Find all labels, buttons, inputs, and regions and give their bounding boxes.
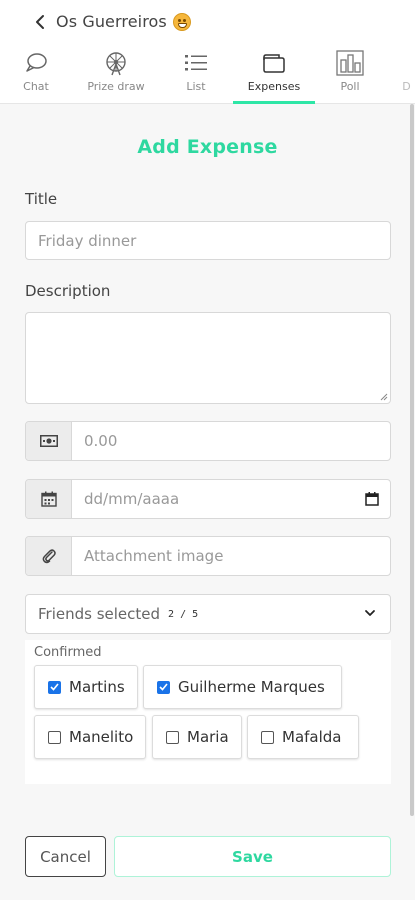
tab-prize-draw[interactable]: Prize draw <box>80 50 152 102</box>
grinning-emoji-icon <box>172 12 191 31</box>
top-bar: Os Guerreiros <box>0 0 415 44</box>
friend-chip-mafalda[interactable]: Mafalda <box>247 715 359 759</box>
friend-chip-maria[interactable]: Maria <box>152 715 242 759</box>
tab-more-label: D <box>402 80 411 93</box>
friend-checkbox-maria[interactable] <box>166 730 179 744</box>
attachment-field[interactable]: Attachment image <box>25 536 391 576</box>
attachment-addon <box>26 537 72 575</box>
title-input-placeholder: Friday dinner <box>38 231 137 250</box>
active-tab-indicator <box>233 101 315 104</box>
amount-addon <box>26 422 72 460</box>
friend-name: Maria <box>187 728 229 746</box>
paperclip-icon <box>42 549 56 564</box>
date-addon <box>26 480 72 518</box>
date-picker-button[interactable] <box>354 480 390 518</box>
date-field[interactable]: dd/mm/aaaa <box>25 479 391 519</box>
back-button[interactable] <box>30 11 50 33</box>
amount-field[interactable]: 0.00 <box>25 421 391 461</box>
tab-list-label: List <box>186 80 206 93</box>
friends-panel <box>25 640 391 784</box>
save-button[interactable]: Save <box>114 836 391 877</box>
friend-chip-guilherme-marques[interactable]: Guilherme Marques <box>143 665 342 709</box>
wallet-icon <box>263 54 285 73</box>
tab-chat-label: Chat <box>23 80 49 93</box>
checkmark-icon <box>159 683 168 691</box>
bar-chart-icon <box>336 50 364 76</box>
friend-checkbox-mafalda[interactable] <box>261 730 274 744</box>
attachment-placeholder: Attachment image <box>84 547 224 565</box>
friend-name: Mafalda <box>282 728 342 746</box>
checkmark-icon <box>50 683 59 691</box>
chat-icon <box>26 53 47 72</box>
tab-more[interactable]: D <box>398 50 415 102</box>
description-textarea[interactable] <box>25 312 391 404</box>
tab-expenses[interactable]: Expenses <box>240 50 308 102</box>
friend-checkbox-martins[interactable] <box>48 680 61 694</box>
friends-count: 2 / 5 <box>168 608 199 620</box>
tab-prize-draw-label: Prize draw <box>87 80 145 93</box>
tab-poll-label: Poll <box>340 80 360 93</box>
list-icon <box>185 55 207 71</box>
amount-placeholder: 0.00 <box>84 432 118 450</box>
description-label: Description <box>25 282 111 300</box>
friends-select[interactable]: Friends selected 2 / 5 <box>25 594 391 634</box>
ferris-wheel-icon <box>106 52 126 76</box>
tab-chat[interactable]: Chat <box>14 50 58 102</box>
title-input[interactable]: Friday dinner <box>25 221 391 260</box>
friends-select-label: Friends selected <box>38 605 161 623</box>
friend-chip-martins[interactable]: Martins <box>34 665 138 709</box>
resize-handle-icon[interactable] <box>380 393 388 401</box>
calendar-picker-icon <box>365 492 379 506</box>
cancel-button[interactable]: Cancel <box>25 836 106 877</box>
title-label: Title <box>25 190 58 208</box>
scrollbar[interactable] <box>410 104 414 816</box>
chevron-left-icon <box>36 15 44 29</box>
tab-bar: Chat Prize draw List Expenses Poll D <box>0 44 415 104</box>
friend-name: Martins <box>69 678 125 696</box>
tab-expenses-label: Expenses <box>247 80 301 93</box>
friend-name: Guilherme Marques <box>178 678 325 696</box>
money-icon <box>39 435 58 447</box>
friend-checkbox-guilherme-marques[interactable] <box>157 680 170 694</box>
friend-chip-manelito[interactable]: Manelito <box>34 715 146 759</box>
group-title: Os Guerreiros <box>56 12 191 31</box>
group-title-text: Os Guerreiros <box>56 12 167 31</box>
tab-list[interactable]: List <box>176 50 216 102</box>
form-heading: Add Expense <box>137 136 278 158</box>
date-placeholder: dd/mm/aaaa <box>84 490 180 508</box>
calendar-icon <box>40 491 57 507</box>
friend-name: Manelito <box>69 728 134 746</box>
friend-checkbox-manelito[interactable] <box>48 730 61 744</box>
confirmed-label: Confirmed <box>34 645 102 660</box>
chevron-down-icon <box>365 610 375 616</box>
tab-poll[interactable]: Poll <box>332 50 368 102</box>
